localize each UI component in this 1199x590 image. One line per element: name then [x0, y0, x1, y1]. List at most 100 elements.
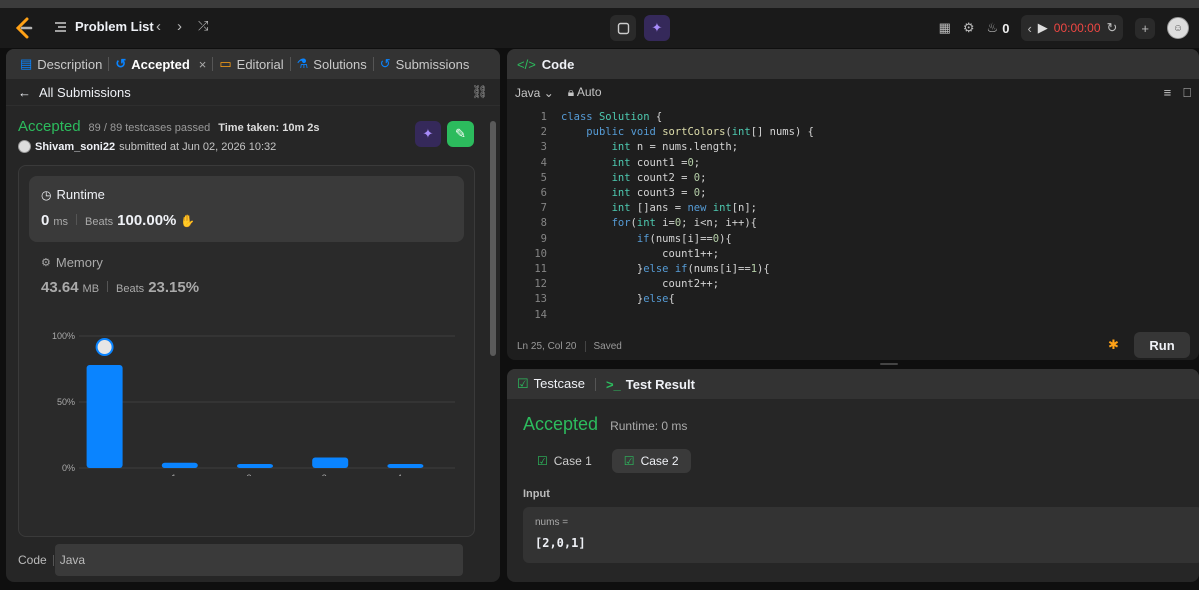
- chart-bar[interactable]: [161, 462, 198, 468]
- chart-bar[interactable]: [387, 464, 424, 468]
- x-tick-label: 4ms: [397, 473, 415, 476]
- code-line[interactable]: 6 int count3 = 0;: [507, 187, 707, 202]
- input-box[interactable]: nums = [2,0,1]: [523, 507, 1199, 563]
- layout-grid-icon[interactable]: ▦: [939, 20, 951, 36]
- debug-icon[interactable]: ✱: [1108, 337, 1119, 353]
- language-select[interactable]: Java ⌄: [515, 86, 554, 100]
- edit-button[interactable]: ✎: [447, 121, 474, 147]
- all-submissions-link[interactable]: ← All Submissions: [18, 85, 131, 100]
- edit-icon: ✎: [455, 126, 466, 141]
- y-tick-label: 50%: [57, 397, 75, 407]
- tab-accepted[interactable]: ↺ Accepted ×: [109, 56, 212, 72]
- next-problem-icon[interactable]: ›: [177, 18, 182, 35]
- streak-counter[interactable]: ♨ 0: [987, 20, 1010, 36]
- tab-editorial[interactable]: ▭ Editorial: [213, 56, 289, 72]
- line-number: 10: [534, 247, 547, 260]
- memory-card[interactable]: ⚙ Memory 43.64 MB Beats 23.15%: [29, 252, 464, 302]
- label-divider: [52, 554, 54, 566]
- reset-icon[interactable]: ↻: [1107, 20, 1118, 36]
- chart-overview[interactable]: [55, 544, 463, 576]
- add-friend-icon[interactable]: +: [1135, 17, 1155, 39]
- test-result-panel: ☑ Testcase >_ Test Result Accepted Runtime…: [507, 369, 1199, 582]
- timer-value: 00:00:00: [1053, 21, 1101, 35]
- username[interactable]: Shivam_soni22: [35, 141, 115, 153]
- mode-toggle[interactable]: 🔒︎ Auto: [568, 85, 602, 100]
- tab-editorial-label: Editorial: [236, 56, 284, 72]
- shuffle-icon[interactable]: ⤮: [198, 18, 208, 35]
- code-line[interactable]: 8 for(int i=0; i<n; i++){: [507, 217, 757, 232]
- notes-button[interactable]: [610, 15, 636, 41]
- play-icon[interactable]: ▶: [1038, 20, 1048, 36]
- tab-test-result[interactable]: >_ Test Result: [606, 377, 695, 392]
- all-submissions-label: All Submissions: [39, 84, 131, 100]
- tab-testcase-label: Testcase: [533, 376, 585, 391]
- arrow-left-icon: ←: [18, 84, 31, 100]
- sparkle-icon: ✦: [422, 126, 434, 141]
- line-text: if(nums[i]==0){: [636, 232, 732, 245]
- scrollbar[interactable]: [490, 121, 496, 581]
- editor-title: Code: [541, 56, 575, 72]
- line-text: class Solution {: [561, 111, 663, 123]
- close-icon[interactable]: ×: [199, 57, 207, 72]
- code-line[interactable]: 2 public void sortColors(int[] nums) {: [507, 126, 814, 141]
- code-line[interactable]: 4 int count1 =0;: [507, 157, 700, 172]
- tab-testcase[interactable]: ☑ Testcase: [517, 376, 585, 392]
- code-line[interactable]: 12 count2++;: [507, 278, 719, 293]
- code-section-label: Code: [18, 553, 47, 567]
- case-2-tab[interactable]: ☑ Case 2: [611, 449, 691, 473]
- ai-assist-button[interactable]: ✦: [644, 15, 670, 41]
- chart-bar[interactable]: [237, 464, 273, 468]
- status-title: Accepted: [18, 118, 81, 135]
- memory-beats-value: 23.15%: [148, 279, 200, 296]
- cursor-position: Ln 25, Col 20: [517, 341, 577, 352]
- line-text: int count2 = 0;: [611, 171, 707, 184]
- panel-resize-handle[interactable]: [880, 363, 898, 365]
- link-icon[interactable]: ⛓: [471, 84, 488, 100]
- mode-value: Auto: [576, 85, 602, 99]
- input-label: Input: [523, 488, 550, 500]
- runtime-card[interactable]: ◷ Runtime 0 ms Beats 100.00% ✋: [29, 176, 464, 242]
- scroll-thumb[interactable]: [490, 121, 496, 356]
- tab-solutions[interactable]: ⚗ Solutions: [291, 56, 373, 72]
- user-avatar: [18, 140, 31, 153]
- gear-icon[interactable]: ⚙: [963, 20, 975, 36]
- code-line[interactable]: 1 class Solution {: [507, 111, 663, 126]
- code-line[interactable]: 13 }else{: [507, 293, 674, 308]
- leetcode-logo[interactable]: [14, 17, 34, 39]
- tab-submissions[interactable]: ↺ Submissions: [374, 56, 476, 72]
- line-number: 8: [540, 217, 547, 230]
- line-number: 14: [534, 308, 547, 321]
- code-line[interactable]: 7 int []ans = new int[n];: [507, 202, 757, 217]
- tab-solutions-label: Solutions: [313, 56, 367, 72]
- clap-icon: ✋: [180, 214, 196, 228]
- line-text: int []ans = new int[n];: [611, 202, 758, 215]
- x-tick-label: 2ms: [246, 473, 264, 476]
- tab-submissions-label: Submissions: [395, 56, 470, 72]
- checkbox-icon: ☑: [517, 376, 529, 391]
- memory-beats-label: Beats: [116, 283, 145, 295]
- code-line[interactable]: 14: [507, 309, 637, 324]
- tab-description[interactable]: ▤ Description: [14, 56, 108, 72]
- line-number: 3: [540, 141, 547, 154]
- avatar[interactable]: ☺: [1167, 17, 1189, 39]
- timer[interactable]: ‹ ▶ 00:00:00 ↻: [1021, 15, 1124, 41]
- run-button[interactable]: Run: [1134, 332, 1190, 358]
- chevron-left-icon[interactable]: ‹: [1027, 21, 1031, 36]
- case-2-label: Case 2: [640, 454, 679, 468]
- code-line[interactable]: 11 }else if(nums[i]==1){: [507, 263, 769, 278]
- chart-bar[interactable]: [312, 457, 349, 468]
- bookmark-icon[interactable]: ⎕: [1183, 85, 1191, 101]
- case-1-tab[interactable]: ☑ Case 1: [527, 449, 602, 473]
- chart-bar[interactable]: [86, 365, 123, 468]
- prev-problem-icon[interactable]: ‹: [156, 18, 161, 35]
- code-line[interactable]: 9 if(nums[i]==0){: [507, 233, 732, 248]
- chevron-down-icon: ⌄: [543, 85, 554, 100]
- flame-icon: ♨: [986, 20, 999, 35]
- problem-list-button[interactable]: Problem List: [54, 19, 154, 34]
- format-icon[interactable]: ≡: [1164, 85, 1172, 101]
- code-line[interactable]: 5 int count2 = 0;: [507, 171, 707, 187]
- ai-analyze-button[interactable]: ✦: [415, 121, 441, 147]
- code-line[interactable]: 10 count1++;: [507, 248, 719, 263]
- memory-value: 43.64: [41, 279, 79, 296]
- code-line[interactable]: 3 int n = nums.length;: [507, 141, 738, 156]
